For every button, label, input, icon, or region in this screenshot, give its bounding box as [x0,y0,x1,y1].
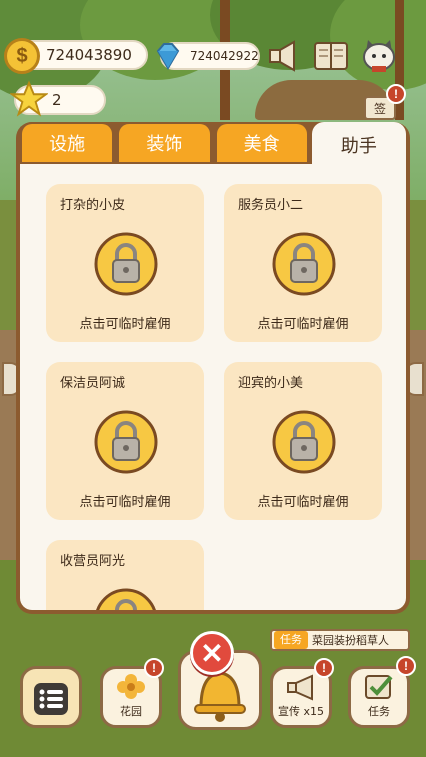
locked-helper-icon [272,410,336,474]
helper-name: 服务员小二 [238,198,304,213]
tab-facilities[interactable]: 设施 [20,122,115,162]
helper-card[interactable]: 打杂的小皮 点击可临时雇佣 [46,184,204,342]
diamond-icon [156,43,180,70]
star-icon [10,80,48,117]
alert-mark: ! [404,659,408,673]
locked-helper-icon [94,410,158,474]
locked-helper-icon [272,232,336,296]
speaker-icon[interactable] [266,38,304,74]
close-icon: ✕ [200,637,224,669]
task-tag: 任务 [274,631,308,649]
locked-helper-icon [94,232,158,296]
tab-label: 设施 [49,134,86,155]
flower-icon [117,674,145,699]
task-text: 菜园装扮稻草人 [312,634,389,647]
garden-alert-badge: ! [144,658,164,678]
promotion-label: 宣传 x15 [277,705,324,718]
alert-mark: ! [152,661,156,675]
helper-name: 收营员阿光 [60,554,126,569]
tab-decorations[interactable]: 装饰 [117,122,212,162]
promotion-alert-badge: ! [314,658,334,678]
current-task-banner[interactable]: 任务 菜园装扮稻草人 [270,629,410,651]
tab-label: 装饰 [146,134,183,155]
star-amount: 2 [52,91,62,109]
sign-in-label: 签 [373,101,386,116]
list-icon [34,683,68,715]
alert-mark: ! [322,661,326,675]
garden-label: 花园 [120,705,142,718]
tab-helpers[interactable]: 助手 [311,122,406,166]
menu-list-button[interactable] [20,666,82,728]
sign-in-alert-badge: ! [386,84,406,104]
cat-avatar-icon[interactable] [360,38,398,74]
helper-name: 打杂的小皮 [60,198,126,213]
tab-label: 助手 [340,136,377,157]
hire-label: 点击可临时雇佣 [79,317,171,332]
close-panel-button[interactable]: ✕ [190,631,234,675]
category-tabs: 设施 装饰 美食 助手 [20,122,406,166]
gold-amount: 724043890 [46,46,132,64]
helper-card[interactable]: 服务员小二 点击可临时雇佣 [224,184,382,342]
tab-label: 美食 [243,134,280,155]
hire-label: 点击可临时雇佣 [79,495,171,510]
locked-helper-icon [96,588,156,610]
helpers-grid: 打杂的小皮 点击可临时雇佣 服务员小二 点击可临时雇佣 保洁员阿诚 点击可临时雇… [20,164,406,610]
shop-panel: 设施 装饰 美食 助手 打杂的小皮 点击可临时雇佣 服务员小二 点击可临时雇佣 … [16,122,410,614]
book-icon[interactable] [312,38,350,74]
helper-card[interactable]: 收营员阿光 [46,540,204,610]
helper-name: 迎宾的小美 [238,376,304,391]
helper-card[interactable]: 迎宾的小美 点击可临时雇佣 [224,362,382,520]
hire-label: 点击可临时雇佣 [257,495,349,510]
gem-amount: 724042922 [190,49,259,63]
tasks-alert-badge: ! [396,656,416,676]
tasks-label: 任务 [368,705,390,718]
helper-name: 保洁员阿诚 [60,376,126,391]
alert-mark: ! [394,87,398,101]
helper-card[interactable]: 保洁员阿诚 点击可临时雇佣 [46,362,204,520]
tasks-button[interactable]: 任务 [348,666,410,728]
megaphone-icon [287,674,313,701]
tab-food[interactable]: 美食 [214,122,309,162]
gold-coin-icon: $ [4,38,40,74]
hire-label: 点击可临时雇佣 [257,317,349,332]
checklist-icon [365,675,393,699]
